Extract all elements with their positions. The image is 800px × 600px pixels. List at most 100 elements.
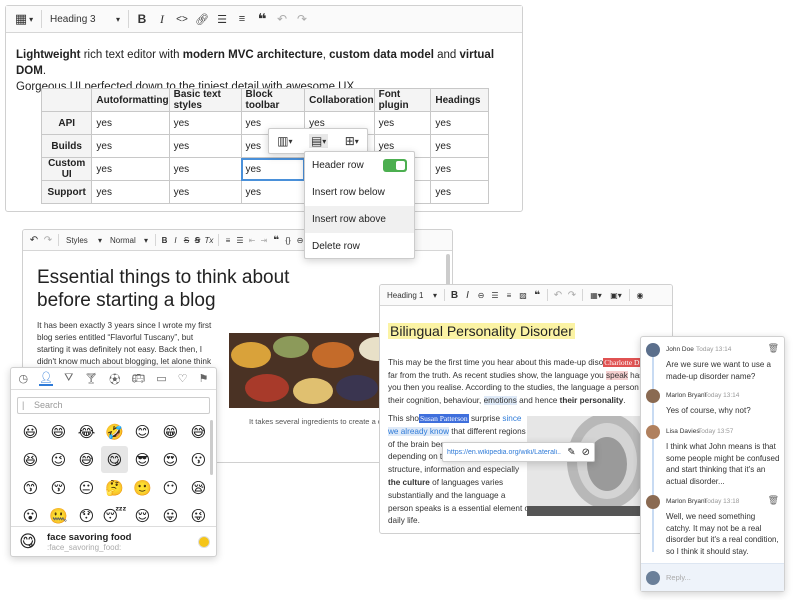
link-preview-url[interactable]: https://en.wikipedia.org/wiki/Laterali..…	[447, 449, 561, 456]
flags-category-icon[interactable]: ⚑	[199, 372, 209, 385]
redo-icon[interactable]: ↷	[41, 235, 55, 246]
header-row-toggle[interactable]	[383, 159, 407, 172]
emoji-item[interactable]: 😛	[157, 502, 184, 526]
emoji-item-selected[interactable]: 😋	[101, 446, 128, 473]
editor1-content[interactable]: Lightweight rich text editor with modern…	[6, 33, 522, 95]
food-category-icon[interactable]: 🍸︎	[84, 372, 98, 385]
table-cell[interactable]: yes	[240, 180, 306, 204]
table-header-cell[interactable]: Collaboration	[304, 88, 375, 112]
unlink-icon[interactable]: ⊘	[582, 447, 590, 458]
skin-tone-button[interactable]	[198, 535, 210, 548]
emoji-item[interactable]: 😅	[185, 418, 212, 445]
reply-input[interactable]: Reply...	[666, 573, 691, 582]
emoji-item[interactable]: 😂	[73, 418, 100, 445]
emoji-item[interactable]: 😮	[17, 502, 44, 526]
emoji-item[interactable]: 🤐	[45, 502, 72, 526]
merge-cells-icon[interactable]: ⊞ ▾	[345, 134, 359, 148]
italic-button[interactable]: I	[152, 12, 172, 27]
emoji-item[interactable]: 😪	[185, 474, 212, 501]
comment-icon[interactable]: ◉	[633, 291, 647, 300]
undo-icon[interactable]: ↶	[551, 290, 565, 301]
italic-button[interactable]: I	[170, 236, 181, 245]
activity-category-icon[interactable]: ⚽︎	[109, 371, 120, 387]
table-header-cell[interactable]: Basic text styles	[168, 88, 242, 112]
numbered-list-icon[interactable]: ≡	[232, 13, 252, 25]
heading-dropdown[interactable]: Heading 1 ▾	[383, 290, 441, 301]
numbered-list-icon[interactable]: ≡	[222, 236, 234, 245]
row-header-cell[interactable]: Custom UI	[40, 157, 93, 181]
selected-table-cell[interactable]: yes	[240, 157, 306, 181]
link-icon[interactable]: 🔗︎	[192, 13, 212, 26]
emoji-item[interactable]: 😐	[73, 474, 100, 501]
insert-row-above-option[interactable]: Insert row above	[305, 206, 414, 233]
bulleted-list-icon[interactable]: ☰	[212, 13, 232, 26]
table-cell[interactable]: yes	[430, 157, 489, 181]
emoji-item[interactable]: 😆	[17, 446, 44, 473]
format-dropdown[interactable]: Normal ▾	[106, 235, 152, 246]
recent-category-icon[interactable]: ◷	[19, 372, 29, 385]
emoji-item[interactable]: 😚	[45, 474, 72, 501]
emoji-item[interactable]: 😃	[17, 418, 44, 445]
redo-icon[interactable]: ↷	[292, 12, 312, 26]
bulleted-list-icon[interactable]: ☰	[488, 291, 502, 300]
row-header-cell[interactable]: Builds	[40, 134, 93, 158]
blockquote-icon[interactable]: ❝	[530, 290, 544, 301]
table-header-cell[interactable]: Block toolbar	[240, 88, 306, 112]
emoji-item[interactable]: 😯	[73, 502, 100, 526]
bold-button[interactable]: B	[448, 290, 461, 301]
code-block-icon[interactable]: {}	[282, 236, 294, 245]
blockquote-icon[interactable]: ❝	[252, 10, 272, 28]
features-table[interactable]: Autoformatting Basic text styles Block t…	[40, 88, 489, 204]
code-button[interactable]: <>	[172, 14, 192, 25]
table-cell[interactable]: yes	[430, 111, 489, 135]
table-cell[interactable]: yes	[91, 180, 170, 204]
table-cell[interactable]: yes	[168, 134, 242, 158]
italic-button[interactable]: I	[461, 290, 474, 301]
bulleted-list-icon[interactable]: ☰	[234, 236, 246, 245]
header-row-option[interactable]: Header row	[305, 152, 414, 179]
nature-category-icon[interactable]: ⛛	[64, 372, 73, 385]
styles-dropdown[interactable]: Styles ▾	[62, 235, 106, 246]
heading-dropdown[interactable]: Heading 3 ▾	[45, 13, 125, 26]
insert-table-icon[interactable]: ▦▾	[10, 11, 38, 27]
table-cell[interactable]: yes	[91, 134, 170, 158]
undo-icon[interactable]: ↶	[272, 12, 292, 26]
table-header-cell[interactable]: Font plugin	[373, 88, 432, 112]
table-column-icon[interactable]: ▥ ▾	[277, 134, 292, 148]
emoji-item[interactable]: 😙	[17, 474, 44, 501]
emoji-item[interactable]: 😶	[157, 474, 184, 501]
emoji-item[interactable]: 🙂	[129, 474, 156, 501]
collab-link-text[interactable]: we already know	[388, 426, 449, 436]
delete-row-option[interactable]: Delete row	[305, 233, 414, 260]
emoji-item[interactable]: 😄	[45, 418, 72, 445]
bold-button[interactable]: B	[132, 12, 152, 26]
people-category-icon[interactable]: 👤︎	[39, 371, 54, 386]
table-cell[interactable]: yes	[430, 134, 489, 158]
clear-format-icon[interactable]: Tx	[203, 236, 215, 245]
emoji-item[interactable]: 🤔	[101, 474, 128, 501]
emoji-item[interactable]: 😊	[129, 418, 156, 445]
redo-icon[interactable]: ↷	[565, 290, 579, 301]
table-cell[interactable]: yes	[91, 111, 170, 135]
objects-category-icon[interactable]: ▭	[156, 372, 166, 385]
table-header-cell[interactable]	[40, 88, 93, 112]
emoji-search-input[interactable]: | Search	[17, 397, 210, 414]
emoji-item[interactable]: 😌	[129, 502, 156, 526]
strikethrough-button[interactable]: S	[181, 236, 192, 245]
table-header-cell[interactable]: Autoformatting	[91, 88, 170, 112]
table-header-cell[interactable]: Headings	[430, 88, 489, 112]
emoji-item[interactable]: 😴	[101, 502, 128, 526]
trash-icon[interactable]: 🗑︎	[768, 495, 779, 506]
insert-row-below-option[interactable]: Insert row below	[305, 179, 414, 206]
table-cell[interactable]: yes	[168, 157, 242, 181]
emoji-item[interactable]: 😍	[157, 446, 184, 473]
emoji-item[interactable]: 🤣	[101, 418, 128, 445]
link-icon[interactable]: ⊖	[474, 291, 488, 300]
indent-icon[interactable]: ⇥	[258, 236, 270, 245]
bold-button[interactable]: B	[159, 236, 170, 245]
row-header-cell[interactable]: API	[40, 111, 93, 135]
emoji-item[interactable]: 😗	[185, 446, 212, 473]
edit-link-icon[interactable]: ✎	[567, 447, 575, 458]
emoji-item[interactable]: 😎	[129, 446, 156, 473]
strikethrough-alt-button[interactable]: Ꞩ	[192, 236, 203, 245]
